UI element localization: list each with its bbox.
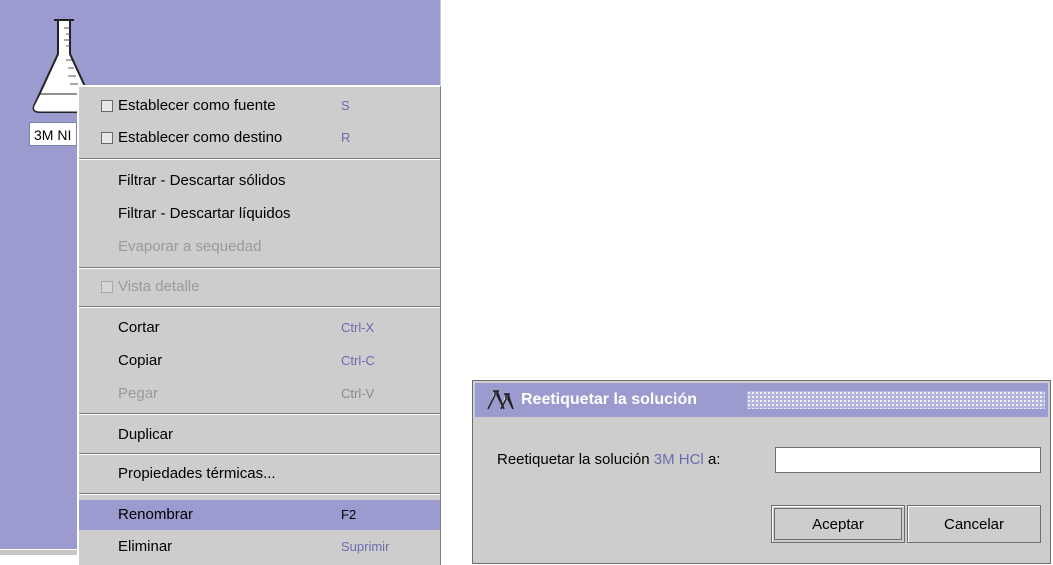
menu-item-delete[interactable]: Eliminar Suprimir bbox=[79, 532, 440, 562]
menu-item-shortcut: Ctrl-X bbox=[341, 320, 375, 335]
menu-item-label: Duplicar bbox=[118, 426, 174, 443]
menu-item-label: Eliminar bbox=[118, 538, 173, 555]
prompt-suffix: a: bbox=[707, 451, 721, 468]
menu-separator bbox=[79, 413, 440, 415]
lab-glassware-icon bbox=[487, 390, 514, 410]
title-bar-texture bbox=[747, 391, 1045, 409]
menu-item-label: Vista detalle bbox=[118, 278, 200, 295]
checkbox-icon bbox=[101, 281, 113, 293]
menu-item-shortcut: Suprimir bbox=[341, 539, 390, 554]
dialog-title-bar[interactable]: Reetiquetar la solución bbox=[475, 383, 1048, 417]
menu-item-rename[interactable]: Renombrar F2 bbox=[79, 500, 440, 530]
menu-item-paste: Pegar Ctrl-V bbox=[79, 379, 440, 409]
menu-item-shortcut: F2 bbox=[341, 507, 357, 522]
menu-separator bbox=[79, 453, 440, 455]
menu-item-shortcut: R bbox=[341, 130, 351, 145]
menu-item-filter-liquids[interactable]: Filtrar - Descartar líquidos bbox=[79, 199, 440, 229]
menu-item-evaporate: Evaporar a sequedad bbox=[79, 232, 440, 262]
menu-separator bbox=[79, 267, 440, 269]
menu-item-thermal-properties[interactable]: Propiedades térmicas... bbox=[79, 459, 440, 489]
dialog-prompt: Reetiquetar la solución 3M HCl a: bbox=[497, 451, 720, 468]
menu-item-filter-solids[interactable]: Filtrar - Descartar sólidos bbox=[79, 166, 440, 196]
menu-separator bbox=[79, 158, 440, 160]
menu-item-label: Propiedades térmicas... bbox=[118, 465, 276, 482]
accept-button[interactable]: Aceptar bbox=[771, 505, 905, 543]
menu-item-duplicate[interactable]: Duplicar bbox=[79, 420, 440, 450]
menu-item-shortcut: S bbox=[341, 98, 350, 113]
menu-item-label: Renombrar bbox=[118, 506, 194, 523]
cancel-button[interactable]: Cancelar bbox=[907, 505, 1041, 543]
new-label-input[interactable] bbox=[775, 447, 1041, 473]
dialog-title: Reetiquetar la solución bbox=[521, 391, 698, 408]
prompt-prefix: Reetiquetar la solución bbox=[497, 451, 650, 468]
menu-item-label: Filtrar - Descartar sólidos bbox=[118, 172, 286, 189]
menu-item-cut[interactable]: Cortar Ctrl-X bbox=[79, 313, 440, 343]
menu-item-set-destination[interactable]: Establecer como destino R bbox=[79, 123, 440, 153]
menu-item-label: Establecer como fuente bbox=[118, 97, 276, 114]
menu-item-shortcut: Ctrl-C bbox=[341, 353, 375, 368]
solution-label[interactable]: 3M NI bbox=[29, 122, 77, 146]
menu-separator bbox=[79, 306, 440, 308]
menu-item-label: Filtrar - Descartar líquidos bbox=[118, 205, 291, 222]
menu-separator bbox=[79, 493, 440, 495]
checkbox-icon bbox=[101, 132, 113, 144]
rename-dialog: Reetiquetar la solución Reetiquetar la s… bbox=[472, 380, 1051, 564]
menu-item-label: Evaporar a sequedad bbox=[118, 238, 262, 255]
checkbox-icon bbox=[101, 100, 113, 112]
context-menu: Establecer como fuente S Establecer como… bbox=[77, 85, 441, 565]
menu-item-label: Establecer como destino bbox=[118, 129, 283, 146]
menu-item-label: Cortar bbox=[118, 319, 160, 336]
menu-item-set-source[interactable]: Establecer como fuente S bbox=[79, 91, 440, 121]
menu-item-label: Pegar bbox=[118, 385, 159, 402]
prompt-solution-name: 3M HCl bbox=[653, 451, 704, 468]
menu-item-detail-view: Vista detalle bbox=[79, 272, 440, 302]
menu-item-label: Copiar bbox=[118, 352, 163, 369]
menu-item-copy[interactable]: Copiar Ctrl-C bbox=[79, 346, 440, 376]
workspace-scrollbar[interactable] bbox=[0, 549, 80, 555]
menu-item-shortcut: Ctrl-V bbox=[341, 386, 375, 401]
